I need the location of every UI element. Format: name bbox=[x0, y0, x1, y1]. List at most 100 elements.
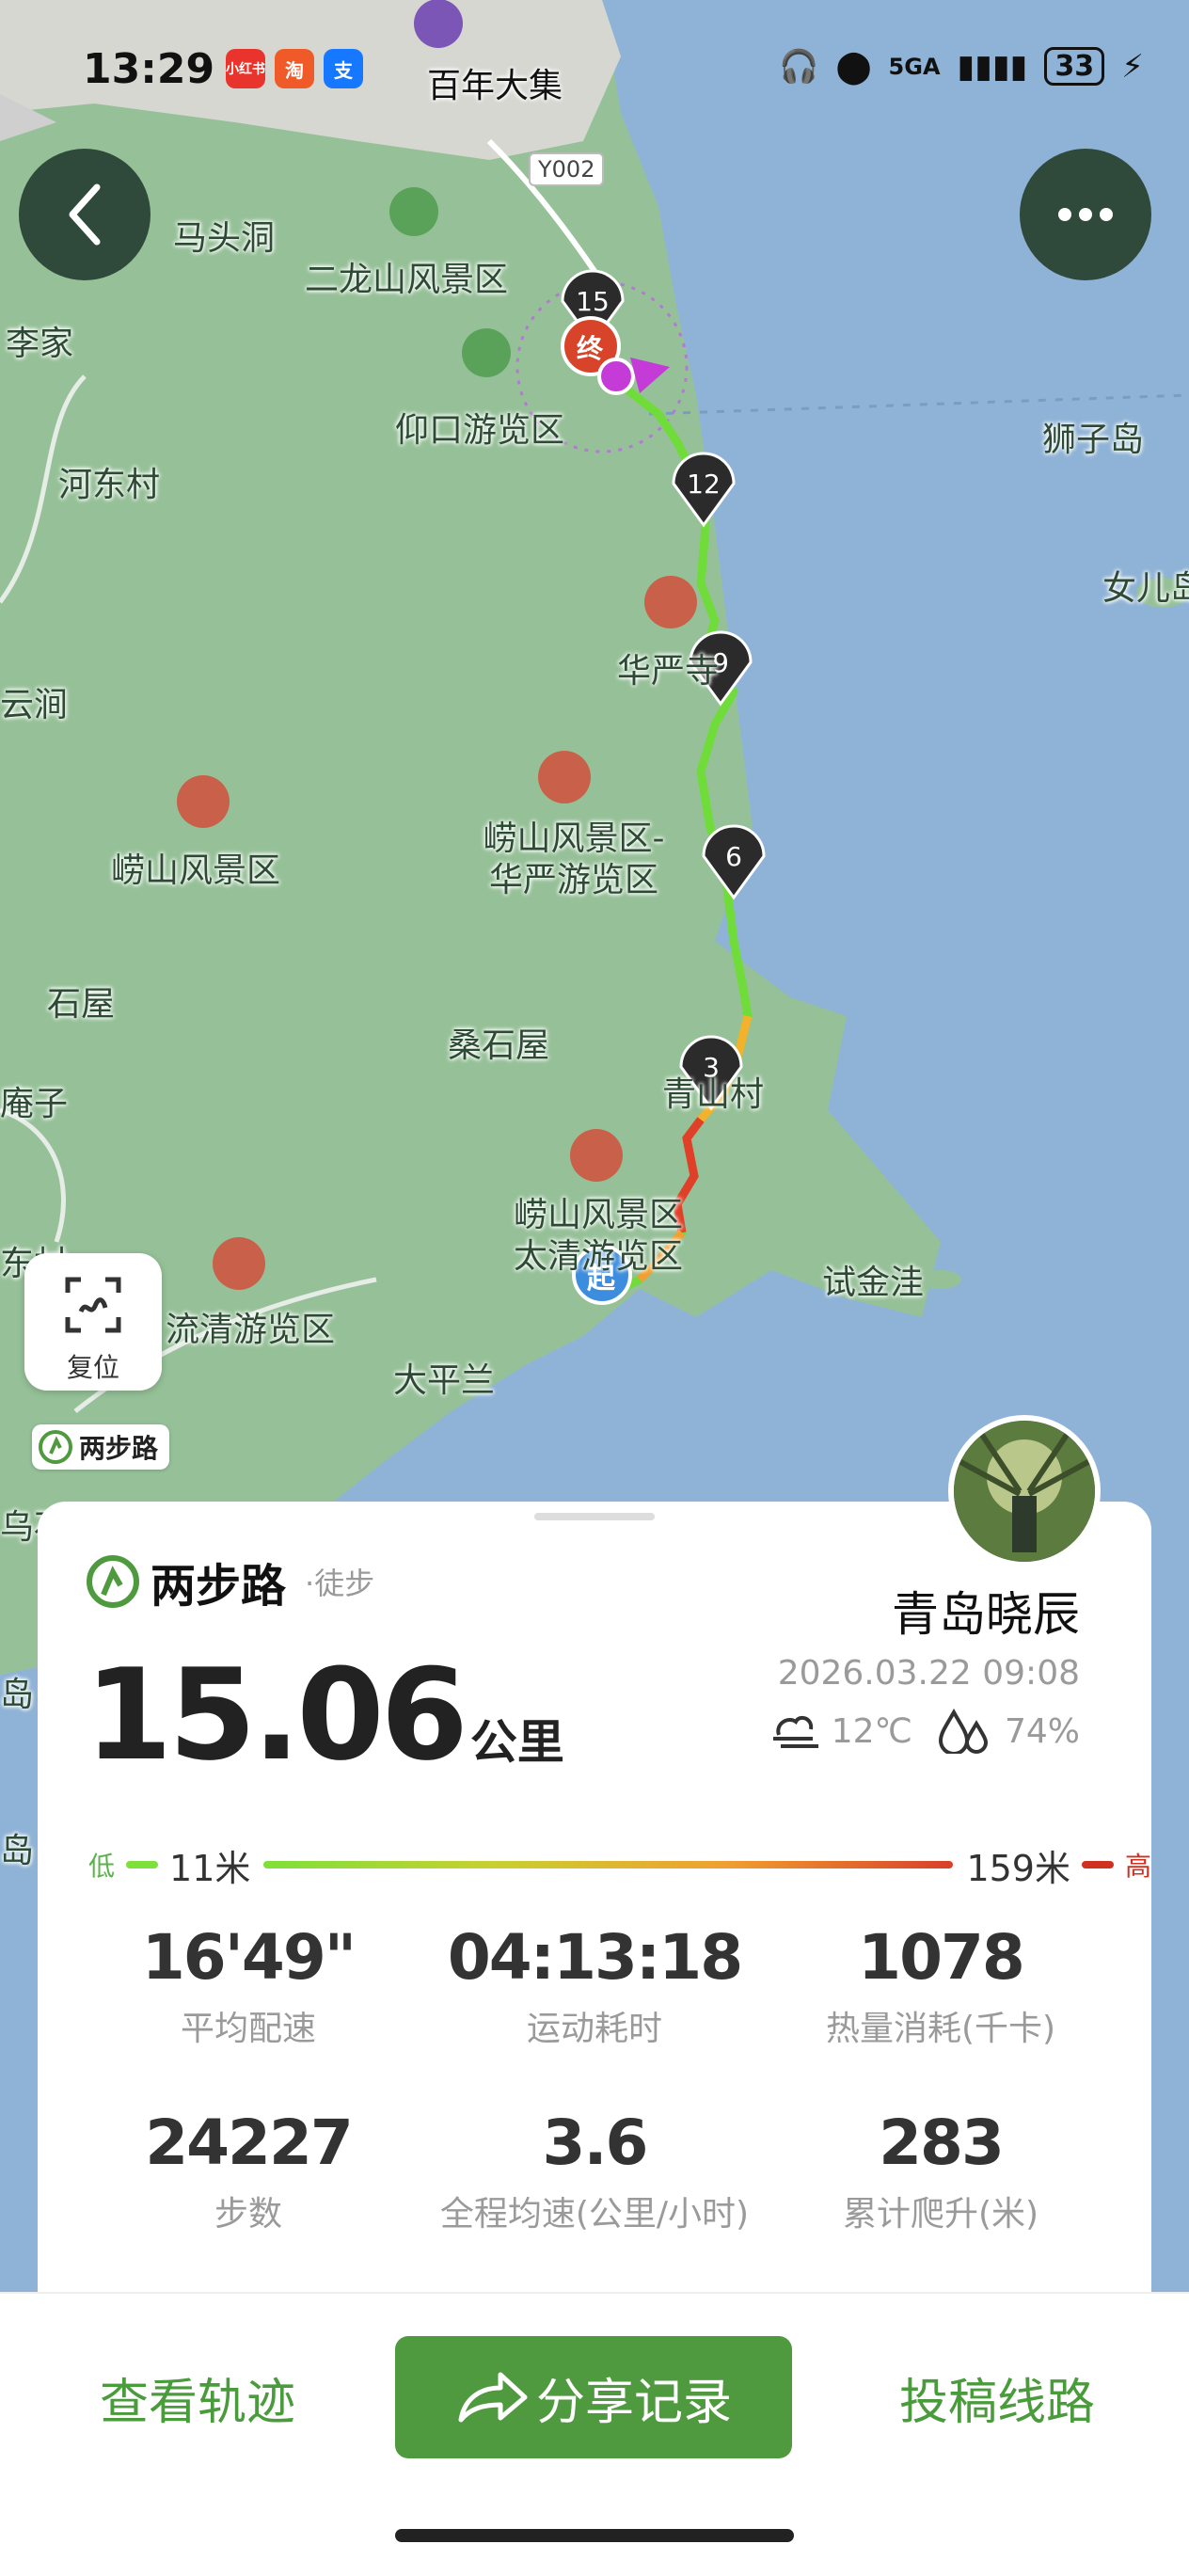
reset-location-button[interactable]: 复位 bbox=[24, 1253, 162, 1391]
waypoint-label: 6 bbox=[725, 841, 742, 872]
waypoint-label: 15 bbox=[576, 286, 610, 317]
map-label-shizidao: 狮子岛 bbox=[1042, 421, 1145, 459]
stat-value: 3.6 bbox=[542, 2107, 649, 2179]
avatar-forest-image bbox=[954, 1421, 1095, 1562]
elevation-min: 11米 bbox=[169, 1847, 251, 1889]
stat-label: 平均配速 bbox=[180, 2010, 316, 2048]
xiaohongshu-icon: 小红书 bbox=[226, 49, 265, 88]
record-datetime: 2026.03.22 09:08 bbox=[777, 1654, 1080, 1693]
status-bar: 13:29 小红书 淘 支 🎧 ⬤ 5GA ▮▮▮▮ 33 ⚡ bbox=[0, 0, 1189, 141]
stat-label: 累计爬升(米) bbox=[842, 2195, 1039, 2234]
activity-type: ·徒步 bbox=[305, 1566, 375, 1601]
end-marker[interactable]: 终 bbox=[577, 328, 603, 366]
more-button[interactable] bbox=[1020, 149, 1151, 280]
elevation-low-label: 低 bbox=[88, 1851, 116, 1882]
map-label-laoshan: 崂山风景区 bbox=[111, 851, 281, 890]
more-dot bbox=[1058, 208, 1071, 221]
share-label: 分享记录 bbox=[535, 2374, 732, 2431]
weather-fog-icon bbox=[772, 1715, 818, 1748]
elevation-gradient bbox=[263, 1861, 954, 1868]
weather: 12℃ 74% bbox=[771, 1709, 1080, 1754]
bottom-action-bar: 查看轨迹 分享记录 投稿线路 bbox=[0, 2292, 1189, 2576]
avatar[interactable] bbox=[948, 1415, 1101, 1567]
app-watermark: 两步路 bbox=[32, 1424, 170, 1470]
map-label-matouwa: 马头洞 bbox=[173, 219, 276, 258]
record-card: 两步路 ·徒步 青岛晓辰 15.06 公里 2026.03.22 09:08 1… bbox=[38, 1502, 1151, 2292]
map-label-liuqing: 流清游览区 bbox=[166, 1311, 336, 1349]
submit-route-button[interactable]: 投稿线路 bbox=[847, 2336, 1148, 2458]
share-icon bbox=[458, 2372, 528, 2423]
stat-label: 热量消耗(千卡) bbox=[825, 2010, 1056, 2048]
signal-icon: ▮▮▮▮ bbox=[957, 47, 1028, 86]
humidity-icon bbox=[938, 1709, 988, 1754]
liangbulu-logo-icon bbox=[87, 1555, 139, 1608]
home-indicator[interactable] bbox=[395, 2529, 794, 2542]
stat-steps: 24227 步数 bbox=[75, 2107, 421, 2235]
charging-icon: ⚡ bbox=[1121, 47, 1144, 86]
taobao-icon: 淘 bbox=[275, 49, 314, 88]
map-label-sangshiwu: 桑石屋 bbox=[448, 1026, 550, 1065]
temperature: 12℃ bbox=[831, 1711, 912, 1751]
map-label-erlongshan: 二龙山风景区 bbox=[305, 261, 509, 299]
status-time: 13:29 bbox=[83, 45, 215, 93]
stat-value: 16'49" bbox=[141, 1921, 357, 1994]
map-label-dao-2: 岛 bbox=[0, 1832, 35, 1870]
stat-label: 步数 bbox=[214, 2195, 282, 2234]
stat-calories: 1078 热量消耗(千卡) bbox=[768, 1921, 1114, 2050]
map-label-laoshan-huayan: 崂山风景区-华严游览区 bbox=[483, 819, 665, 899]
network-label: 5GA bbox=[888, 53, 941, 80]
recenter-icon bbox=[65, 1277, 121, 1333]
distance: 15.06 公里 bbox=[85, 1652, 564, 1778]
battery-level: 33 bbox=[1044, 47, 1105, 86]
map-label-huayan: 华严寺 bbox=[617, 652, 720, 691]
chevron-left-icon bbox=[69, 183, 101, 246]
stat-value: 04:13:18 bbox=[447, 1921, 743, 1994]
stat-label: 运动耗时 bbox=[526, 2010, 662, 2048]
distance-unit: 公里 bbox=[469, 1715, 564, 1770]
brand: 两步路 ·徒步 bbox=[85, 1549, 374, 1614]
stat-value: 24227 bbox=[145, 2107, 354, 2179]
elevation-bar: 低 11米 159米 高 bbox=[88, 1837, 1151, 1893]
map-label-road: Y002 bbox=[529, 152, 605, 186]
more-dot bbox=[1100, 208, 1113, 221]
elevation-max: 159米 bbox=[966, 1847, 1070, 1889]
back-button[interactable] bbox=[19, 149, 151, 280]
map-label-taipinglan: 大平兰 bbox=[393, 1361, 496, 1400]
stat-elevation-gain: 283 累计爬升(米) bbox=[768, 2107, 1114, 2235]
drag-handle[interactable] bbox=[534, 1513, 655, 1520]
username: 青岛晓辰 bbox=[892, 1587, 1080, 1642]
map-label-nvdao: 女儿岛 bbox=[1102, 569, 1189, 608]
stat-value: 283 bbox=[879, 2107, 1005, 2179]
humidity: 74% bbox=[1004, 1711, 1080, 1751]
map-label-lijia: 李家 bbox=[6, 325, 74, 363]
map-label-anzi: 庵子 bbox=[0, 1085, 69, 1123]
elevation-high-label: 高 bbox=[1124, 1851, 1151, 1882]
stat-avg-pace: 16'49" 平均配速 bbox=[75, 1921, 421, 2050]
elevation-high-swatch bbox=[1081, 1861, 1114, 1868]
stat-value: 1078 bbox=[858, 1921, 1025, 1994]
brand-name: 两步路 bbox=[151, 1560, 287, 1613]
distance-value: 15.06 bbox=[85, 1642, 468, 1789]
waypoint-label: 12 bbox=[687, 469, 721, 500]
map-label-yunjian: 云涧 bbox=[0, 686, 69, 724]
elevation-low-swatch bbox=[126, 1861, 159, 1868]
stat-duration: 04:13:18 运动耗时 bbox=[421, 1921, 768, 2050]
stats-grid: 16'49" 平均配速 04:13:18 运动耗时 1078 热量消耗(千卡) … bbox=[75, 1921, 1114, 2235]
share-record-button[interactable]: 分享记录 bbox=[395, 2336, 792, 2458]
alipay-icon: 支 bbox=[324, 49, 363, 88]
map-label-qingshancun: 青山村 bbox=[662, 1075, 765, 1114]
map-label-dao: 岛 bbox=[0, 1676, 35, 1714]
stat-label: 全程均速(公里/小时) bbox=[439, 2195, 750, 2234]
stat-avg-speed: 3.6 全程均速(公里/小时) bbox=[421, 2107, 768, 2235]
watermark-label: 两步路 bbox=[79, 1433, 159, 1464]
headphones-icon: 🎧 bbox=[779, 47, 819, 86]
view-track-button[interactable]: 查看轨迹 bbox=[56, 2336, 339, 2458]
status-right: 🎧 ⬤ 5GA ▮▮▮▮ 33 ⚡ bbox=[779, 47, 1144, 86]
status-app-icons: 小红书 淘 支 bbox=[226, 49, 363, 88]
more-dot bbox=[1079, 208, 1092, 221]
liangbulu-logo-icon bbox=[39, 1430, 72, 1464]
reset-label: 复位 bbox=[66, 1352, 119, 1383]
map-label-yangkou: 仰口游览区 bbox=[395, 411, 565, 450]
map-label-shijinwa: 试金洼 bbox=[822, 1264, 925, 1302]
start-marker[interactable]: 起 bbox=[587, 1255, 615, 1296]
